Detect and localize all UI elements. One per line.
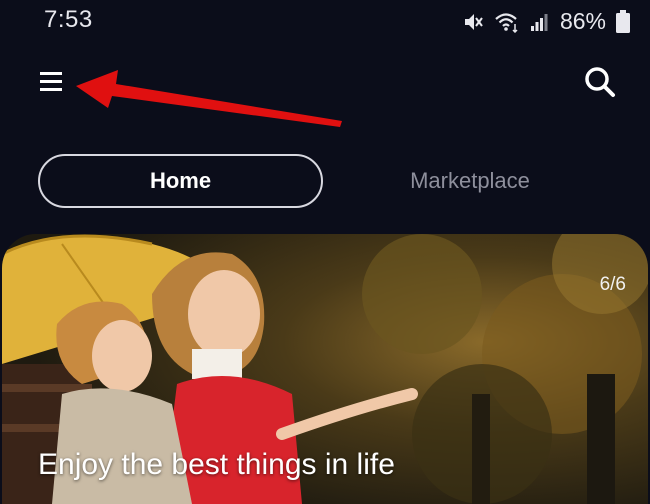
signal-icon [530,11,548,33]
hamburger-menu-icon[interactable] [36,66,68,98]
featured-banner[interactable]: 6/6 Enjoy the best things in life [2,234,648,504]
tab-home[interactable]: Home [38,154,323,208]
wifi-icon [494,11,520,33]
mute-icon [462,11,484,33]
banner-caption: Enjoy the best things in life [38,448,395,481]
status-bar: 7:53 86% [0,0,650,40]
search-icon[interactable] [580,62,620,102]
app-header [0,40,650,130]
tab-bar: Home Marketplace [0,152,650,212]
battery-percent: 86% [559,8,606,34]
status-icons: 86% [462,8,630,35]
tab-marketplace[interactable]: Marketplace [345,154,595,208]
status-time: 7:53 [44,6,93,33]
slide-counter: 6/6 [599,274,626,295]
battery-icon [616,9,630,34]
